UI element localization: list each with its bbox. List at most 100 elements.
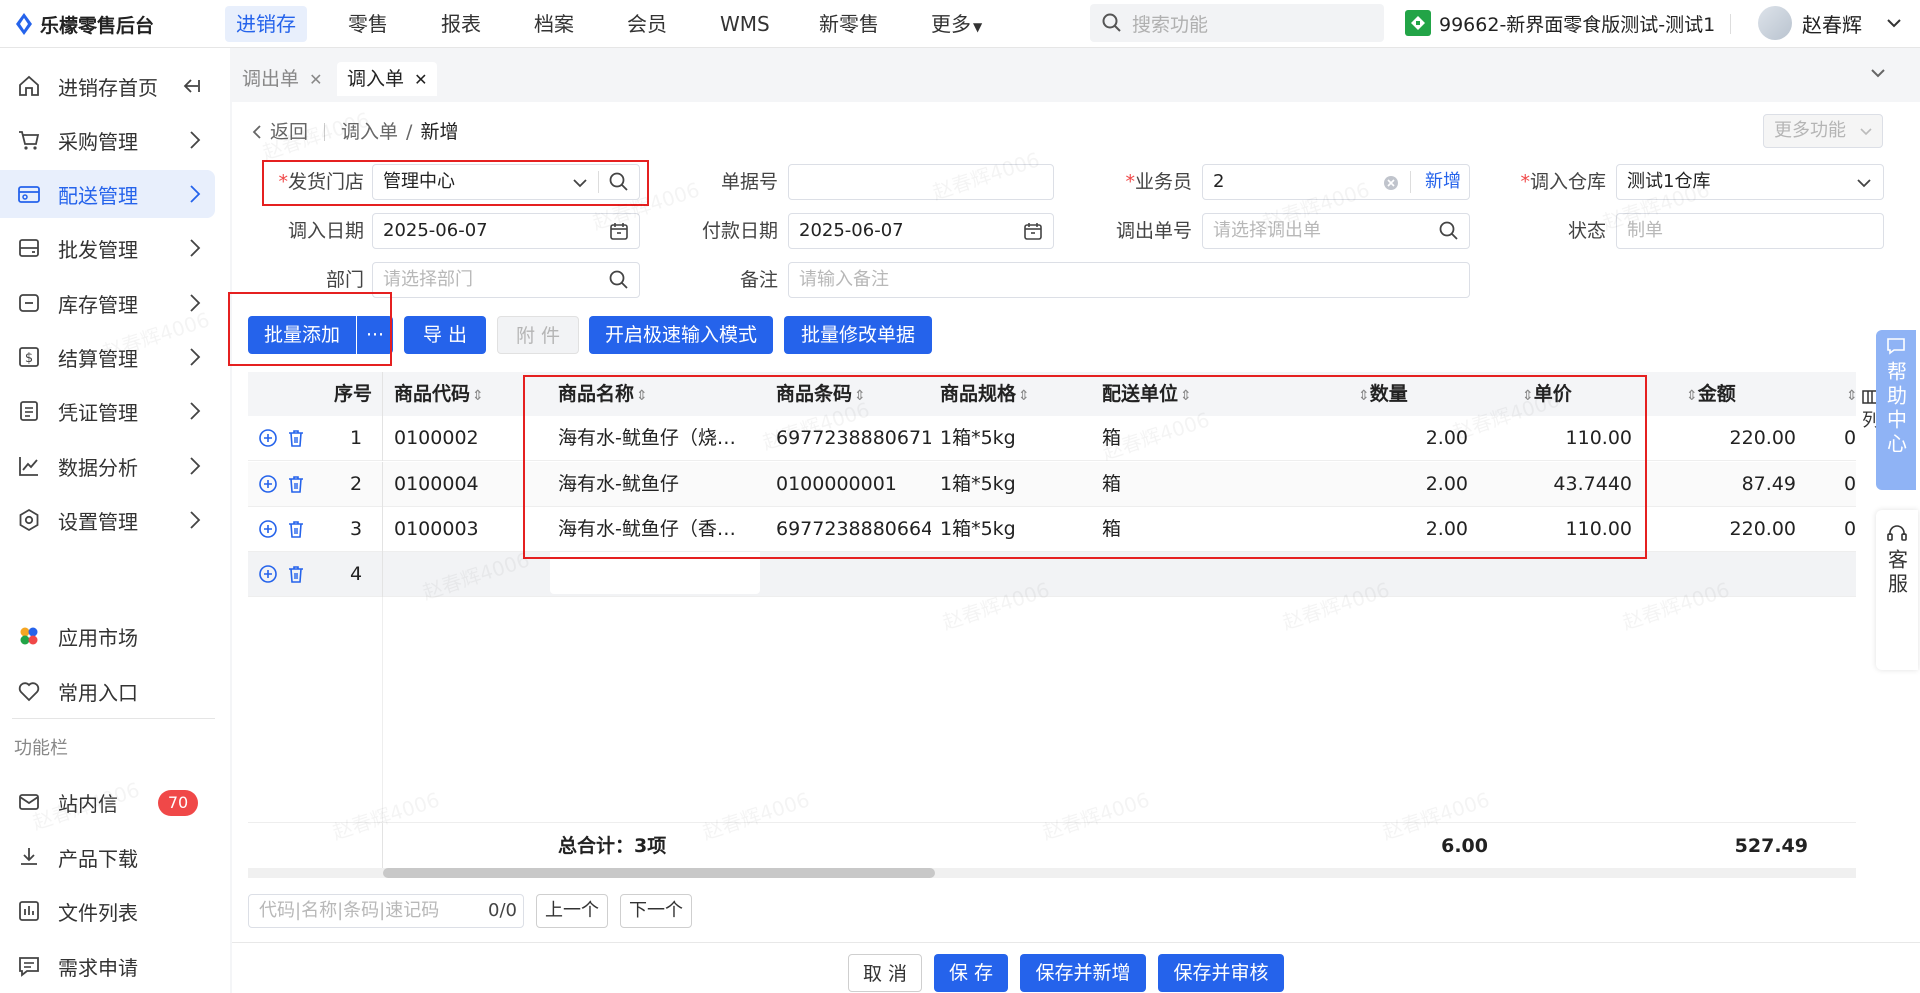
close-icon[interactable]: ✕	[309, 70, 322, 89]
export-button[interactable]: 导 出	[404, 316, 486, 354]
save-button[interactable]: 保 存	[934, 954, 1008, 992]
nav-item-inventory[interactable]: 进销存	[225, 6, 307, 42]
sidebar-request[interactable]: 需求申请	[0, 942, 215, 990]
batch-edit-button[interactable]: 批量修改单据	[784, 316, 932, 354]
add-salesperson-link[interactable]: 新增	[1425, 165, 1461, 199]
help-center-tab[interactable]: 帮助中心	[1876, 330, 1916, 490]
clear-icon[interactable]	[1383, 175, 1399, 191]
save-and-new-button[interactable]: 保存并新增	[1020, 954, 1146, 992]
divider	[382, 597, 383, 822]
nav-item-new-retail[interactable]: 新零售	[808, 6, 890, 42]
more-functions-button[interactable]: 更多功能	[1763, 114, 1883, 148]
nav-label: 报表	[441, 12, 481, 36]
save-and-audit-button[interactable]: 保存并审核	[1158, 954, 1284, 992]
tab-transfer-out[interactable]: 调出单 ✕	[232, 62, 333, 96]
user-menu[interactable]: 赵春辉	[1758, 4, 1902, 42]
collapse-icon[interactable]	[181, 76, 201, 101]
sidebar-download[interactable]: 产品下载	[0, 833, 215, 881]
function-search[interactable]: 搜索功能	[1090, 4, 1384, 42]
horizontal-scrollbar[interactable]	[248, 868, 1856, 878]
cell-code[interactable]: 0100003	[394, 507, 544, 552]
close-icon[interactable]: ✕	[414, 70, 427, 89]
sidebar-item-stock[interactable]: 库存管理	[0, 279, 215, 327]
sidebar-messages[interactable]: 站内信 70	[0, 778, 215, 826]
out-no-input[interactable]: 请选择调出单	[1202, 213, 1470, 249]
customer-service-tab[interactable]: 客服	[1876, 510, 1918, 670]
remark-input[interactable]: 请输入备注	[788, 262, 1470, 298]
cell-seq[interactable]: 1	[336, 416, 376, 461]
breadcrumb-parent[interactable]: 调入单	[341, 118, 398, 146]
add-row-icon[interactable]	[258, 564, 278, 584]
sidebar-item-analytics[interactable]: 数据分析	[0, 442, 215, 490]
add-row-icon[interactable]	[258, 428, 278, 448]
col-amount[interactable]: ⇕金额	[1684, 372, 1736, 416]
row-finder-input[interactable]: 代码|名称|条码|速记码 0/0	[248, 894, 524, 928]
cancel-button[interactable]: 取 消	[848, 954, 922, 992]
tabs-chevron-down-icon[interactable]	[1870, 62, 1886, 84]
nav-item-more[interactable]: 更多 ▼	[920, 6, 993, 42]
sidebar-item-distribution[interactable]: 配送管理	[0, 170, 215, 218]
add-row-icon[interactable]	[258, 474, 278, 494]
sidebar-file-list[interactable]: 文件列表	[0, 887, 215, 935]
nav-item-wms[interactable]: WMS	[709, 6, 781, 42]
cell-amount[interactable]: 87.49	[1636, 462, 1796, 507]
nav-item-retail[interactable]: 零售	[337, 6, 399, 42]
cell-amount[interactable]: 220.00	[1636, 507, 1796, 552]
nav-item-reports[interactable]: 报表	[430, 6, 492, 42]
sidebar-item-inventory-home[interactable]: 进销存首页	[0, 62, 215, 110]
scrollbar-thumb[interactable]	[383, 868, 935, 878]
sidebar-app-market[interactable]: 应用市场	[0, 612, 215, 660]
delete-row-icon[interactable]	[286, 474, 306, 494]
store-selector[interactable]: 99662-新界面零食版测试-测试1	[1405, 8, 1715, 38]
nav-item-archive[interactable]: 档案	[523, 6, 585, 42]
doc-no-input[interactable]	[788, 164, 1054, 200]
search-icon[interactable]	[609, 270, 629, 290]
cell-seq[interactable]: 2	[336, 462, 376, 507]
sidebar-favorites[interactable]: 常用入口	[0, 667, 215, 715]
nav-label: 进销存	[236, 12, 296, 36]
headset-icon	[1887, 525, 1907, 541]
sidebar-item-label: 站内信	[58, 791, 118, 816]
sidebar-item-settings[interactable]: 设置管理	[0, 496, 215, 544]
col-code[interactable]: 商品代码 ⇕	[394, 372, 484, 416]
cell-amount[interactable]: 220.00	[1636, 416, 1796, 461]
table-footer: 总合计：3项 6.00 527.49	[248, 822, 1856, 869]
cell-code[interactable]: 0100002	[394, 416, 544, 461]
prev-match-button[interactable]: 上一个	[536, 894, 608, 928]
add-row-icon[interactable]	[258, 519, 278, 539]
search-icon	[1102, 13, 1121, 32]
cell-extra[interactable]: 0	[1844, 507, 1856, 552]
delete-row-icon[interactable]	[286, 564, 306, 584]
fast-input-mode-button[interactable]: 开启极速输入模式	[589, 316, 773, 354]
delete-row-icon[interactable]	[286, 519, 306, 539]
button-label: 下一个	[629, 900, 683, 921]
sidebar-item-voucher[interactable]: 凭证管理	[0, 387, 215, 435]
back-link[interactable]: 返回	[252, 118, 308, 146]
cell-extra[interactable]: 0	[1844, 462, 1856, 507]
warehouse-label: *调入仓库	[1520, 171, 1606, 193]
tab-label: 调入单	[347, 68, 405, 90]
highlight-box	[262, 160, 649, 206]
in-date-picker[interactable]: 2025-06-07	[372, 213, 640, 249]
sidebar-item-purchase[interactable]: 采购管理	[0, 116, 215, 164]
nav-item-member[interactable]: 会员	[616, 6, 678, 42]
sidebar-item-label: 进销存首页	[58, 75, 158, 100]
sidebar-item-settlement[interactable]: $ 结算管理	[0, 333, 215, 381]
avatar	[1758, 6, 1792, 40]
app-logo[interactable]: 乐檬零售后台	[14, 8, 154, 40]
salesperson-input[interactable]: 2 新增	[1202, 164, 1470, 200]
search-icon[interactable]	[1439, 221, 1459, 241]
next-match-button[interactable]: 下一个	[620, 894, 692, 928]
delete-row-icon[interactable]	[286, 428, 306, 448]
pay-date-picker[interactable]: 2025-06-07	[788, 213, 1054, 249]
cell-code[interactable]: 0100004	[394, 462, 544, 507]
mail-icon	[16, 789, 42, 815]
cell-seq[interactable]: 3	[336, 507, 376, 552]
department-input[interactable]: 请选择部门	[372, 262, 640, 298]
sidebar-item-wholesale[interactable]: 批发管理	[0, 224, 215, 272]
warehouse-select[interactable]: 测试1仓库	[1616, 164, 1884, 200]
divider	[1730, 14, 1731, 34]
attachment-button[interactable]: 附 件	[497, 316, 579, 354]
tab-transfer-in[interactable]: 调入单 ✕	[337, 62, 438, 96]
cell-extra[interactable]: 0	[1844, 416, 1856, 461]
